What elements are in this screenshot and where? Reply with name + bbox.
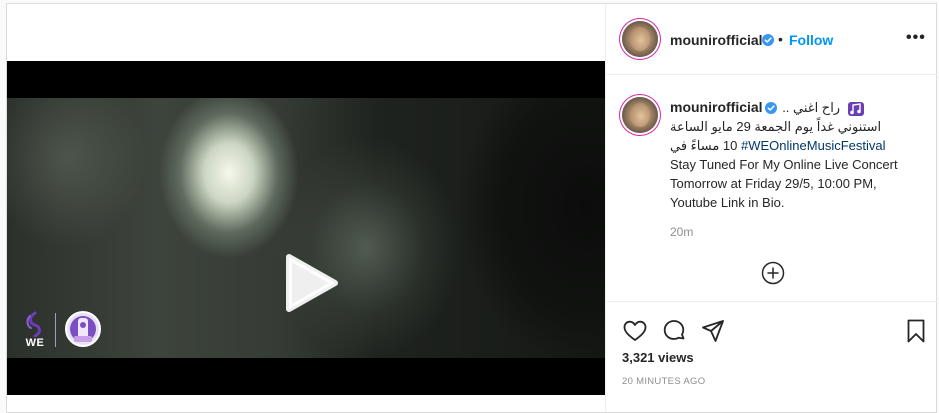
share-icon[interactable] <box>700 318 726 344</box>
we-logo: WE <box>20 311 50 351</box>
caption-section: mounirofficial راح اغني .. استنوني غداً … <box>606 75 937 302</box>
we-logo-icon <box>26 311 41 337</box>
post-card: WE mounirofficial • Follow ••• mouniroff… <box>6 3 937 413</box>
separator-dot: • <box>778 31 783 47</box>
time-ago: 20m <box>670 225 694 239</box>
follow-button[interactable]: Follow <box>789 32 833 48</box>
avatar-face <box>630 103 650 127</box>
bookmark-icon[interactable] <box>903 318 929 344</box>
festival-logo-icon <box>65 311 101 347</box>
views-count[interactable]: 3,321 views <box>622 350 694 365</box>
post-timestamp: 20 MINUTES AGO <box>622 376 706 387</box>
caption-line-arabic-3: 10 مساءً في <box>670 138 738 153</box>
caption-line-arabic: راح اغني .. <box>782 100 841 115</box>
add-comment-icon[interactable] <box>761 261 785 285</box>
username-link[interactable]: mounirofficial <box>670 32 763 48</box>
we-logo-text: WE <box>25 337 45 349</box>
post-sidebar: mounirofficial • Follow ••• mouniroffici… <box>605 4 937 412</box>
video-silhouette <box>437 98 605 358</box>
actions-section: 3,321 views 20 MINUTES AGO <box>606 302 937 412</box>
avatar[interactable] <box>622 21 658 57</box>
avatar-face <box>630 27 650 51</box>
verified-badge-icon <box>762 34 774 46</box>
verified-badge-icon <box>764 101 777 114</box>
more-options-icon[interactable]: ••• <box>906 29 926 47</box>
heart-icon[interactable] <box>622 318 648 344</box>
comment-icon[interactable] <box>661 318 687 344</box>
caption-avatar[interactable] <box>622 97 658 133</box>
hashtag-link[interactable]: #WEOnlineMusicFestival <box>741 138 886 153</box>
music-notes-icon <box>847 101 864 116</box>
caption-username-link[interactable]: mounirofficial <box>670 99 763 115</box>
video-player[interactable]: WE <box>7 61 605 395</box>
caption-english: Stay Tuned For My Online Live Concert To… <box>670 157 898 210</box>
logo-divider <box>55 313 56 347</box>
caption-line-arabic-2: استنوني غداً يوم الجمعة 29 مايو الساعة <box>670 119 882 134</box>
post-header: mounirofficial • Follow ••• <box>606 4 937 75</box>
play-icon[interactable] <box>277 251 341 315</box>
post-caption: mounirofficial راح اغني .. استنوني غداً … <box>670 98 920 212</box>
